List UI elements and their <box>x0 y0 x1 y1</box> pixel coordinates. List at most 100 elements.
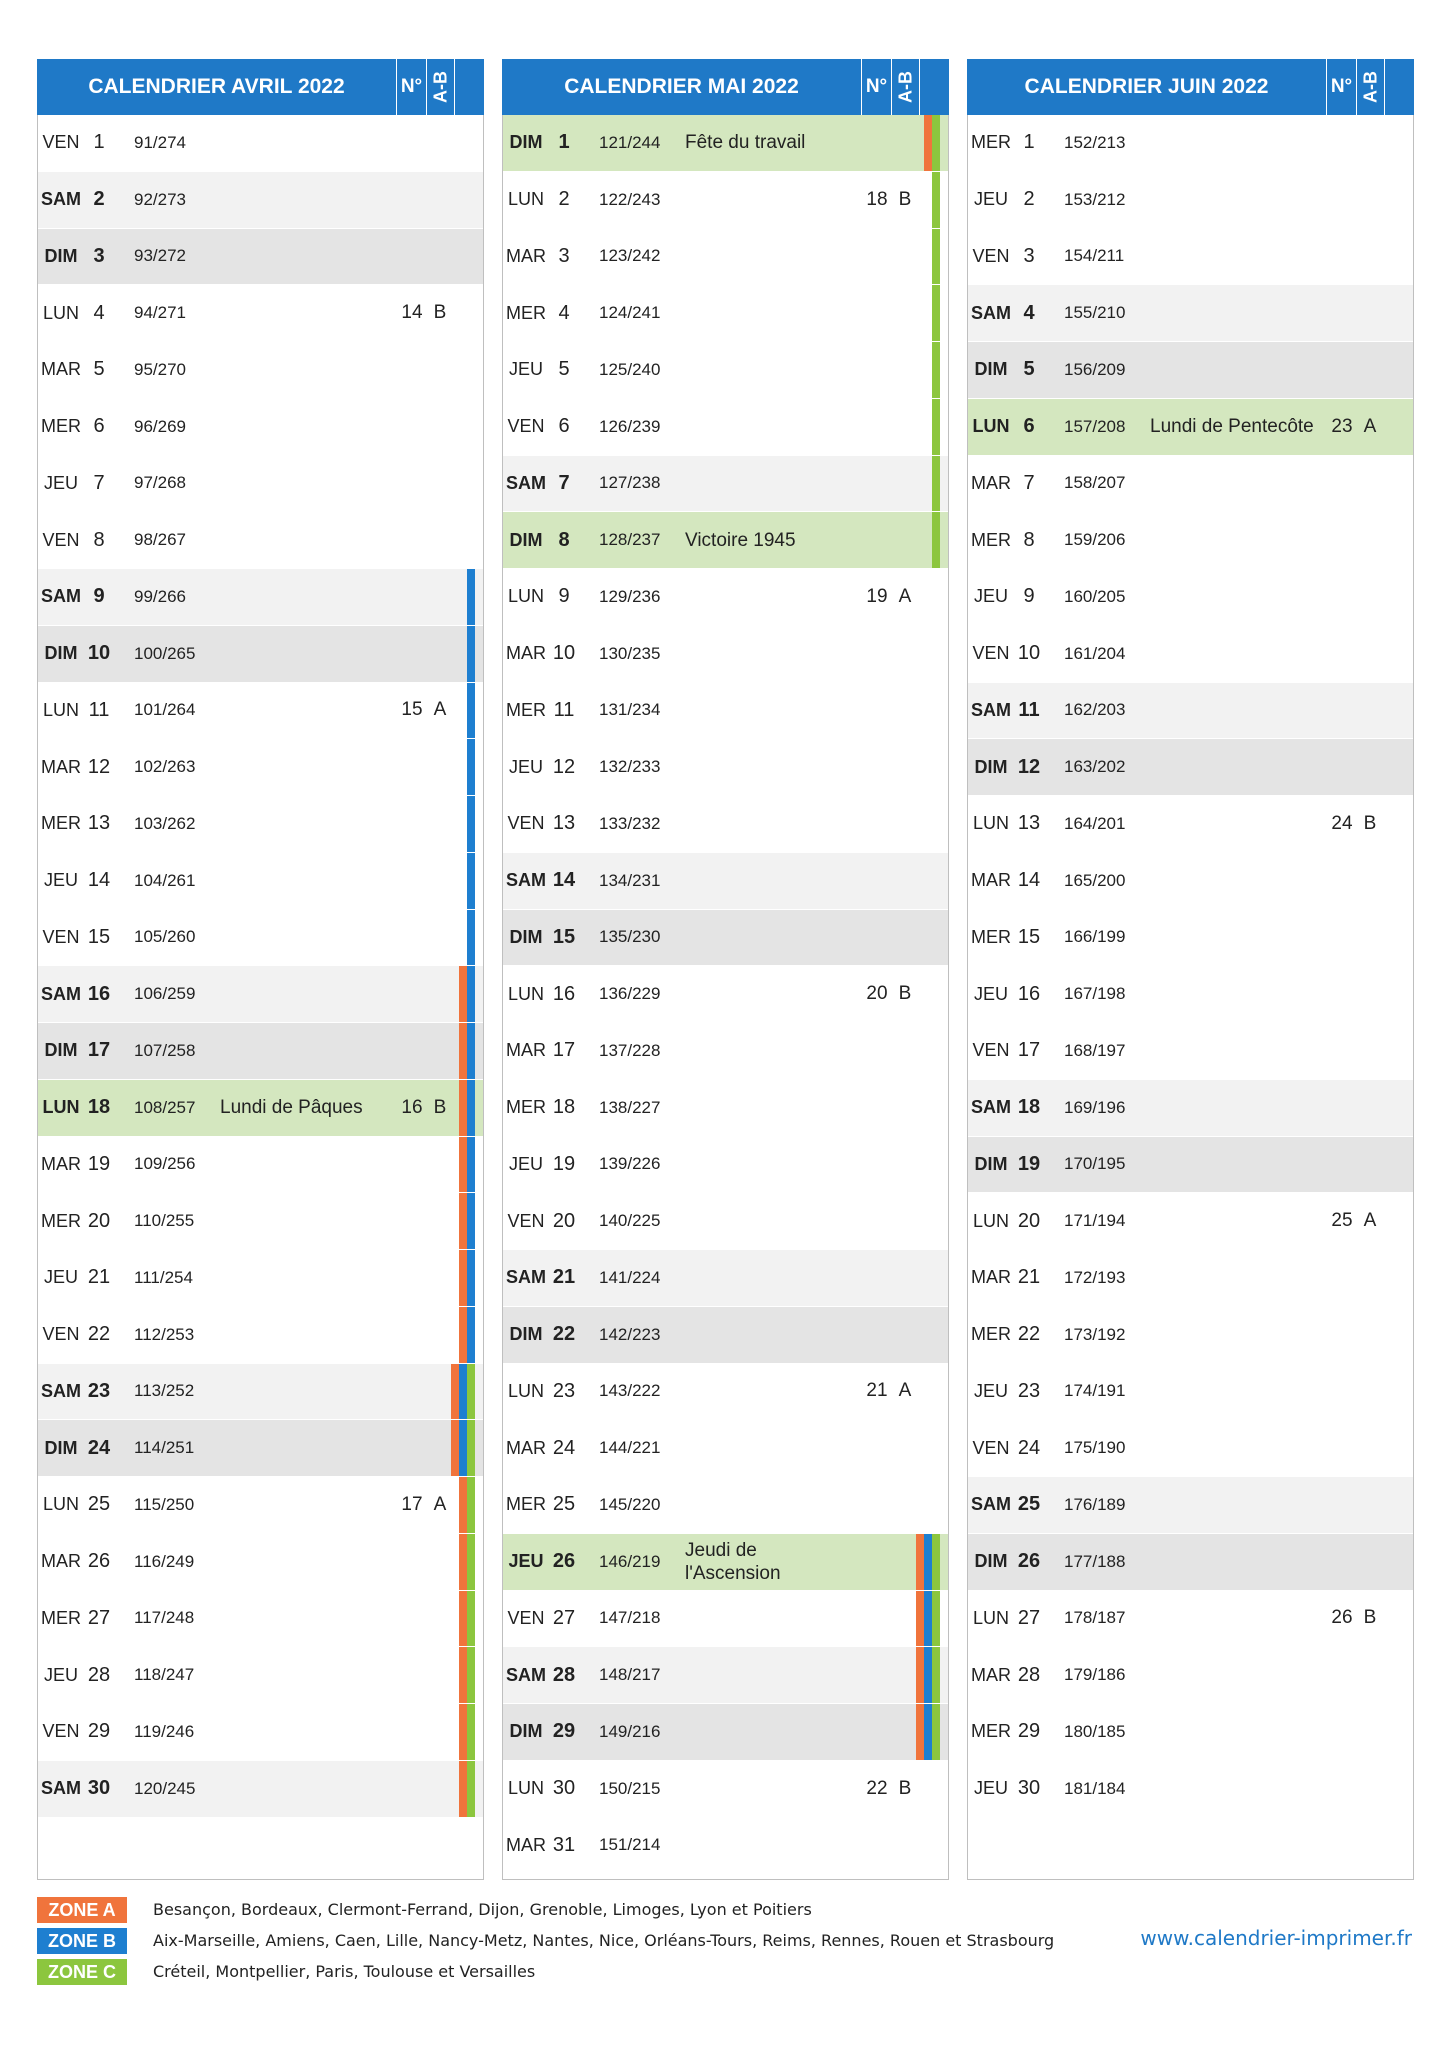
day-of-week: MAR <box>506 1834 546 1855</box>
ab-week <box>429 1023 451 1079</box>
week-number <box>1325 1023 1359 1079</box>
day-of-week: DIM <box>44 1437 78 1458</box>
week-number <box>1325 1534 1359 1590</box>
day-of-year: 178/187 <box>1064 1608 1126 1628</box>
week-number <box>395 1591 429 1647</box>
day-row: VEN 8 98/267 <box>38 512 483 569</box>
ab-week <box>894 1818 916 1874</box>
holiday-name <box>685 1364 855 1420</box>
day-of-year: 174/191 <box>1064 1381 1126 1401</box>
zone-b-holiday-bar <box>924 1647 932 1703</box>
day-of-year: 122/243 <box>599 189 661 209</box>
week-number <box>1325 683 1359 739</box>
day-of-week: MAR <box>41 359 81 380</box>
ab-week: B <box>898 983 912 1005</box>
holiday-name <box>1150 512 1320 568</box>
day-of-year: 123/242 <box>599 246 661 266</box>
day-of-week: MER <box>41 1210 81 1231</box>
day-row: SAM 28 148/217 <box>503 1647 948 1704</box>
day-number: 25 <box>552 1493 576 1516</box>
holiday-name <box>220 569 390 625</box>
ab-week <box>1359 1307 1381 1363</box>
holiday-name <box>1150 626 1320 682</box>
day-row: VEN 6 126/239 <box>503 398 948 456</box>
zone-c-holiday-bar <box>932 512 940 568</box>
day-of-week: DIM <box>509 132 543 153</box>
day-rows: DIM 1 121/244 Fête du travail LUN 2 122/243 18 B… <box>503 115 948 1875</box>
day-number: 27 <box>87 1606 111 1629</box>
week-number <box>1325 910 1359 966</box>
day-row: DIM 29 149/216 <box>503 1704 948 1761</box>
day-of-week: SAM <box>971 1494 1011 1515</box>
day-number: 1 <box>1023 131 1035 154</box>
ab-week: A <box>1363 415 1377 437</box>
ab-week <box>894 796 916 852</box>
week-number <box>1325 1307 1359 1363</box>
day-row: DIM 19 170/195 <box>968 1136 1413 1194</box>
zone-b-holiday-bar <box>467 909 475 966</box>
day-of-year: 157/208 <box>1064 416 1126 436</box>
day-number: 17 <box>1017 1039 1041 1062</box>
day-of-year: 93/272 <box>134 246 186 266</box>
week-number <box>1325 1364 1359 1420</box>
day-of-year: 118/247 <box>134 1665 195 1685</box>
day-of-week: DIM <box>44 245 78 266</box>
week-number <box>1325 1080 1359 1136</box>
ab-week-header: A-B <box>892 59 920 115</box>
week-number <box>860 1704 894 1760</box>
holiday-name <box>220 966 390 1022</box>
week-number <box>1325 172 1359 228</box>
week-number <box>1325 1704 1359 1760</box>
day-row: LUN 16 136/229 20 B <box>503 966 948 1023</box>
ab-week <box>894 342 916 398</box>
holiday-name <box>685 853 855 909</box>
day-number: 13 <box>1017 812 1041 835</box>
holiday-name <box>220 1364 390 1420</box>
day-of-week: JEU <box>973 983 1008 1004</box>
day-number: 6 <box>93 415 105 438</box>
zone-b-cities: Aix-Marseille, Amiens, Caen, Lille, Nanc… <box>153 1931 1055 1950</box>
holiday-name <box>685 399 855 455</box>
zone-c-holiday-bar <box>467 1704 475 1760</box>
day-of-year: 166/199 <box>1064 927 1126 947</box>
day-of-year: 146/219 <box>599 1551 661 1571</box>
day-number: 11 <box>553 698 575 721</box>
ab-week <box>894 1023 916 1079</box>
day-row: VEN 24 175/190 <box>968 1420 1413 1477</box>
day-row: JEU 26 146/219 Jeudi de l'Ascension <box>503 1533 948 1591</box>
day-row: LUN 9 129/236 19 A <box>503 569 948 626</box>
week-number-header: N° <box>396 59 427 115</box>
day-of-week: JEU <box>508 756 543 777</box>
holiday-name <box>685 1704 855 1760</box>
day-of-year: 112/253 <box>134 1324 195 1344</box>
ab-week <box>429 172 451 228</box>
holiday-name <box>220 1704 390 1760</box>
zone-b-holiday-bar <box>467 1079 475 1136</box>
day-row: JEU 19 139/226 <box>503 1137 948 1194</box>
day-of-year: 100/265 <box>134 643 196 663</box>
week-number: 23 <box>1331 415 1353 437</box>
week-number <box>860 342 894 398</box>
ab-week <box>1359 683 1381 739</box>
day-of-week: MER <box>41 813 81 834</box>
day-number: 4 <box>93 301 105 324</box>
day-of-week: LUN <box>42 699 79 720</box>
website-link[interactable]: www.calendrier-imprimer.fr <box>1120 1926 1412 1950</box>
day-number: 11 <box>1018 698 1040 721</box>
holiday-name <box>1150 229 1320 285</box>
holiday-name <box>1150 796 1320 852</box>
day-of-year: 158/207 <box>1064 473 1126 493</box>
day-row: MER 27 117/248 <box>38 1590 483 1648</box>
day-of-year: 114/251 <box>134 1438 195 1458</box>
holiday-name <box>1150 910 1320 966</box>
day-number: 20 <box>87 1209 111 1232</box>
zone-b-holiday-bar <box>467 569 475 625</box>
holiday-name <box>685 1647 855 1703</box>
zone-a-holiday-bar <box>459 1533 467 1590</box>
week-number: 24 <box>1331 812 1353 834</box>
day-of-week: MAR <box>41 1551 81 1572</box>
day-of-year: 164/201 <box>1064 813 1126 833</box>
zone-b-holiday-bar <box>924 1533 932 1590</box>
ab-week <box>1359 1704 1381 1760</box>
day-number: 10 <box>552 642 576 665</box>
